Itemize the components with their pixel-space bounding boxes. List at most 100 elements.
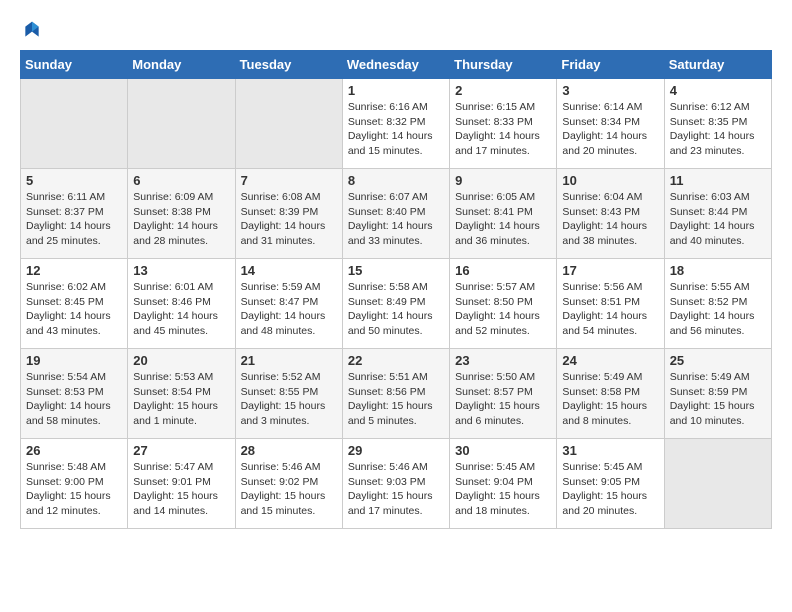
calendar-cell: 9 Sunrise: 6:05 AM Sunset: 8:41 PM Daylig… bbox=[450, 169, 557, 259]
calendar-cell: 7 Sunrise: 6:08 AM Sunset: 8:39 PM Daylig… bbox=[235, 169, 342, 259]
day-number: 19 bbox=[26, 353, 122, 368]
day-info: Sunrise: 5:58 AM Sunset: 8:49 PM Dayligh… bbox=[348, 280, 444, 339]
day-number: 2 bbox=[455, 83, 551, 98]
day-number: 4 bbox=[670, 83, 766, 98]
day-number: 6 bbox=[133, 173, 229, 188]
calendar-cell: 16 Sunrise: 5:57 AM Sunset: 8:50 PM Dayli… bbox=[450, 259, 557, 349]
calendar-week-2: 5 Sunrise: 6:11 AM Sunset: 8:37 PM Daylig… bbox=[21, 169, 772, 259]
day-info: Sunrise: 6:08 AM Sunset: 8:39 PM Dayligh… bbox=[241, 190, 337, 249]
day-info: Sunrise: 6:05 AM Sunset: 8:41 PM Dayligh… bbox=[455, 190, 551, 249]
day-info: Sunrise: 5:55 AM Sunset: 8:52 PM Dayligh… bbox=[670, 280, 766, 339]
day-number: 13 bbox=[133, 263, 229, 278]
calendar-week-4: 19 Sunrise: 5:54 AM Sunset: 8:53 PM Dayli… bbox=[21, 349, 772, 439]
calendar-cell: 23 Sunrise: 5:50 AM Sunset: 8:57 PM Dayli… bbox=[450, 349, 557, 439]
calendar-week-3: 12 Sunrise: 6:02 AM Sunset: 8:45 PM Dayli… bbox=[21, 259, 772, 349]
day-number: 7 bbox=[241, 173, 337, 188]
day-number: 15 bbox=[348, 263, 444, 278]
day-number: 5 bbox=[26, 173, 122, 188]
calendar-cell: 10Sunrise: 6:04 AM Sunset: 8:43 PM Dayli… bbox=[557, 169, 664, 259]
day-number: 14 bbox=[241, 263, 337, 278]
day-number: 1 bbox=[348, 83, 444, 98]
calendar-cell: 13 Sunrise: 6:01 AM Sunset: 8:46 PM Dayli… bbox=[128, 259, 235, 349]
day-info: Sunrise: 5:46 AM Sunset: 9:02 PM Dayligh… bbox=[241, 460, 337, 519]
day-number: 25 bbox=[670, 353, 766, 368]
day-info: Sunrise: 5:56 AM Sunset: 8:51 PM Dayligh… bbox=[562, 280, 658, 339]
day-info: Sunrise: 5:57 AM Sunset: 8:50 PM Dayligh… bbox=[455, 280, 551, 339]
calendar-header-row: SundayMondayTuesdayWednesdayThursdayFrid… bbox=[21, 51, 772, 79]
day-info: Sunrise: 5:45 AM Sunset: 9:05 PM Dayligh… bbox=[562, 460, 658, 519]
day-info: Sunrise: 6:16 AM Sunset: 8:32 PM Dayligh… bbox=[348, 100, 444, 159]
day-info: Sunrise: 6:07 AM Sunset: 8:40 PM Dayligh… bbox=[348, 190, 444, 249]
column-header-sunday: Sunday bbox=[21, 51, 128, 79]
calendar-cell: 5 Sunrise: 6:11 AM Sunset: 8:37 PM Daylig… bbox=[21, 169, 128, 259]
calendar-cell: 27Sunrise: 5:47 AM Sunset: 9:01 PM Dayli… bbox=[128, 439, 235, 529]
column-header-monday: Monday bbox=[128, 51, 235, 79]
calendar-cell: 18 Sunrise: 5:55 AM Sunset: 8:52 PM Dayli… bbox=[664, 259, 771, 349]
day-number: 20 bbox=[133, 353, 229, 368]
day-info: Sunrise: 5:46 AM Sunset: 9:03 PM Dayligh… bbox=[348, 460, 444, 519]
day-info: Sunrise: 6:01 AM Sunset: 8:46 PM Dayligh… bbox=[133, 280, 229, 339]
day-number: 21 bbox=[241, 353, 337, 368]
logo-icon bbox=[22, 20, 42, 40]
day-number: 16 bbox=[455, 263, 551, 278]
calendar-cell: 12 Sunrise: 6:02 AM Sunset: 8:45 PM Dayli… bbox=[21, 259, 128, 349]
calendar-cell bbox=[664, 439, 771, 529]
day-info: Sunrise: 6:11 AM Sunset: 8:37 PM Dayligh… bbox=[26, 190, 122, 249]
calendar-cell: 26Sunrise: 5:48 AM Sunset: 9:00 PM Dayli… bbox=[21, 439, 128, 529]
calendar-cell: 14 Sunrise: 5:59 AM Sunset: 8:47 PM Dayli… bbox=[235, 259, 342, 349]
day-info: Sunrise: 5:59 AM Sunset: 8:47 PM Dayligh… bbox=[241, 280, 337, 339]
calendar-table: SundayMondayTuesdayWednesdayThursdayFrid… bbox=[20, 50, 772, 529]
calendar-cell: 1 Sunrise: 6:16 AM Sunset: 8:32 PM Daylig… bbox=[342, 79, 449, 169]
calendar-cell: 30 Sunrise: 5:45 AM Sunset: 9:04 PM Dayli… bbox=[450, 439, 557, 529]
day-info: Sunrise: 5:52 AM Sunset: 8:55 PM Dayligh… bbox=[241, 370, 337, 429]
day-info: Sunrise: 5:51 AM Sunset: 8:56 PM Dayligh… bbox=[348, 370, 444, 429]
day-info: Sunrise: 6:02 AM Sunset: 8:45 PM Dayligh… bbox=[26, 280, 122, 339]
calendar-cell: 25 Sunrise: 5:49 AM Sunset: 8:59 PM Dayli… bbox=[664, 349, 771, 439]
page-header bbox=[20, 20, 772, 40]
day-info: Sunrise: 5:50 AM Sunset: 8:57 PM Dayligh… bbox=[455, 370, 551, 429]
day-number: 28 bbox=[241, 443, 337, 458]
day-number: 3 bbox=[562, 83, 658, 98]
calendar-cell: 24 Sunrise: 5:49 AM Sunset: 8:58 PM Dayli… bbox=[557, 349, 664, 439]
day-info: Sunrise: 6:15 AM Sunset: 8:33 PM Dayligh… bbox=[455, 100, 551, 159]
calendar-cell: 29 Sunrise: 5:46 AM Sunset: 9:03 PM Dayli… bbox=[342, 439, 449, 529]
logo bbox=[20, 20, 42, 40]
calendar-cell bbox=[235, 79, 342, 169]
day-number: 24 bbox=[562, 353, 658, 368]
column-header-thursday: Thursday bbox=[450, 51, 557, 79]
calendar-cell: 4 Sunrise: 6:12 AM Sunset: 8:35 PM Daylig… bbox=[664, 79, 771, 169]
day-number: 10 bbox=[562, 173, 658, 188]
day-number: 30 bbox=[455, 443, 551, 458]
day-info: Sunrise: 6:03 AM Sunset: 8:44 PM Dayligh… bbox=[670, 190, 766, 249]
calendar-cell: 19 Sunrise: 5:54 AM Sunset: 8:53 PM Dayli… bbox=[21, 349, 128, 439]
day-number: 18 bbox=[670, 263, 766, 278]
day-number: 31 bbox=[562, 443, 658, 458]
day-info: Sunrise: 5:54 AM Sunset: 8:53 PM Dayligh… bbox=[26, 370, 122, 429]
calendar-cell bbox=[128, 79, 235, 169]
day-info: Sunrise: 5:47 AM Sunset: 9:01 PM Dayligh… bbox=[133, 460, 229, 519]
column-header-friday: Friday bbox=[557, 51, 664, 79]
calendar-cell: 11 Sunrise: 6:03 AM Sunset: 8:44 PM Dayli… bbox=[664, 169, 771, 259]
day-number: 29 bbox=[348, 443, 444, 458]
calendar-week-5: 26Sunrise: 5:48 AM Sunset: 9:00 PM Dayli… bbox=[21, 439, 772, 529]
day-info: Sunrise: 5:45 AM Sunset: 9:04 PM Dayligh… bbox=[455, 460, 551, 519]
column-header-wednesday: Wednesday bbox=[342, 51, 449, 79]
calendar-cell: 21 Sunrise: 5:52 AM Sunset: 8:55 PM Dayli… bbox=[235, 349, 342, 439]
day-info: Sunrise: 5:49 AM Sunset: 8:59 PM Dayligh… bbox=[670, 370, 766, 429]
day-number: 23 bbox=[455, 353, 551, 368]
day-number: 11 bbox=[670, 173, 766, 188]
calendar-cell: 3 Sunrise: 6:14 AM Sunset: 8:34 PM Daylig… bbox=[557, 79, 664, 169]
day-info: Sunrise: 5:53 AM Sunset: 8:54 PM Dayligh… bbox=[133, 370, 229, 429]
day-number: 22 bbox=[348, 353, 444, 368]
day-info: Sunrise: 6:09 AM Sunset: 8:38 PM Dayligh… bbox=[133, 190, 229, 249]
day-info: Sunrise: 6:14 AM Sunset: 8:34 PM Dayligh… bbox=[562, 100, 658, 159]
day-number: 12 bbox=[26, 263, 122, 278]
column-header-tuesday: Tuesday bbox=[235, 51, 342, 79]
calendar-cell: 6 Sunrise: 6:09 AM Sunset: 8:38 PM Daylig… bbox=[128, 169, 235, 259]
day-info: Sunrise: 6:12 AM Sunset: 8:35 PM Dayligh… bbox=[670, 100, 766, 159]
calendar-week-1: 1 Sunrise: 6:16 AM Sunset: 8:32 PM Daylig… bbox=[21, 79, 772, 169]
day-info: Sunrise: 5:49 AM Sunset: 8:58 PM Dayligh… bbox=[562, 370, 658, 429]
day-number: 9 bbox=[455, 173, 551, 188]
calendar-cell: 15 Sunrise: 5:58 AM Sunset: 8:49 PM Dayli… bbox=[342, 259, 449, 349]
calendar-cell: 2 Sunrise: 6:15 AM Sunset: 8:33 PM Daylig… bbox=[450, 79, 557, 169]
